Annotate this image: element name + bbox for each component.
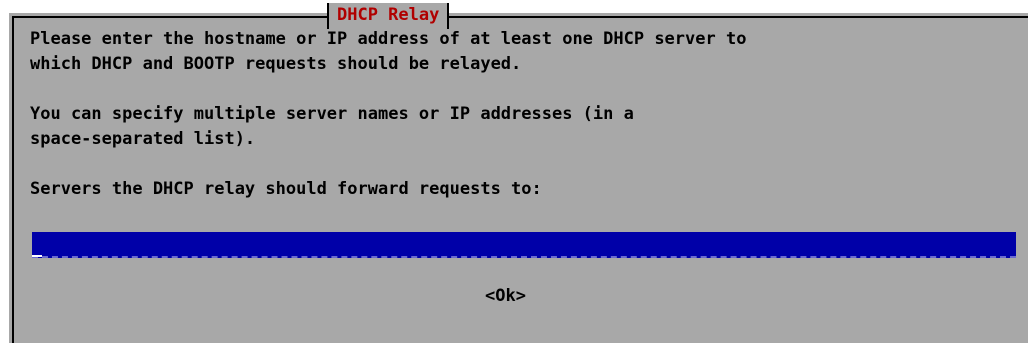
ok-button[interactable]: <Ok> [485,284,526,309]
description-line: Please enter the hostname or IP address … [30,29,747,49]
dialog-title: DHCP Relay [327,3,450,29]
dialog-body: Please enter the hostname or IP address … [30,27,1010,202]
description-line: which DHCP and BOOTP requests should be … [30,54,522,74]
hint-line: You can specify multiple server names or… [30,104,634,124]
installer-screen: DHCP Relay Please enter the hostname or … [0,0,1028,343]
hint-line: space-separated list). [30,129,256,149]
servers-input-overlay [32,232,1016,258]
servers-prompt: Servers the DHCP relay should forward re… [30,179,542,199]
text-cursor [32,255,42,257]
